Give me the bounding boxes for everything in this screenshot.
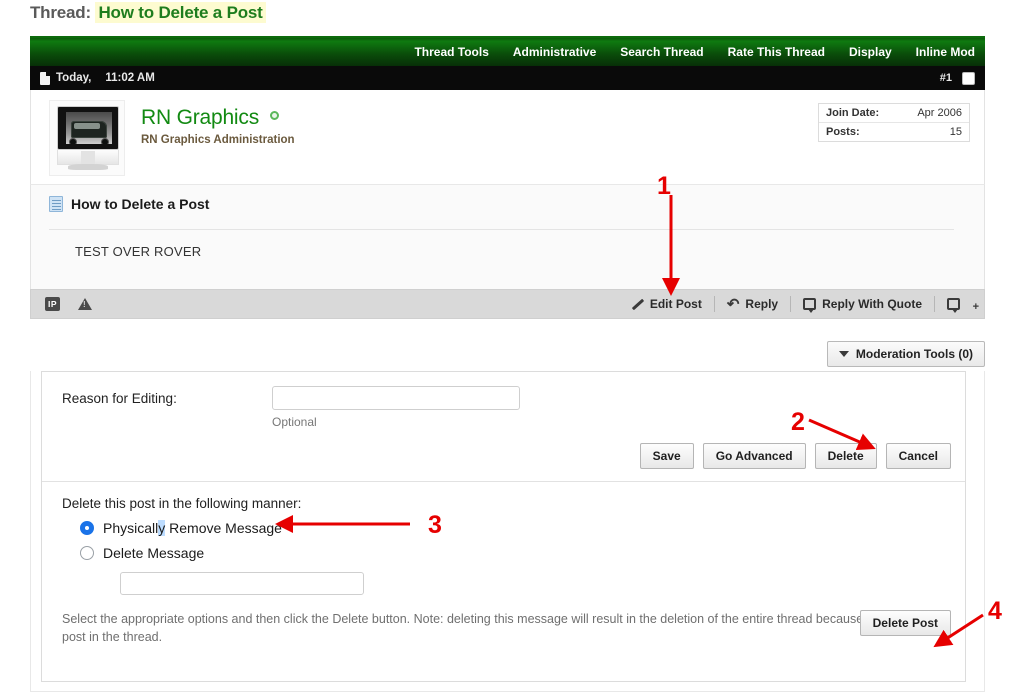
reply-with-quote-button[interactable]: Reply With Quote xyxy=(791,297,934,311)
cancel-button[interactable]: Cancel xyxy=(886,443,951,469)
quick-edit-panel: Reason for Editing: Optional Save Go Adv… xyxy=(41,371,966,682)
join-date-value: Apr 2006 xyxy=(917,107,962,119)
thread-navbar: Thread Tools Administrative Search Threa… xyxy=(30,36,985,66)
plus-icon: + xyxy=(973,301,979,313)
reply-label: Reply xyxy=(745,297,778,311)
reason-for-editing-block: Reason for Editing: Optional Save Go Adv… xyxy=(42,372,965,482)
reply-with-quote-label: Reply With Quote xyxy=(822,297,922,311)
radio-row-physically-remove[interactable]: Physically Remove Message xyxy=(42,520,965,536)
nav-administrative[interactable]: Administrative xyxy=(513,45,596,59)
reason-line: Reason for Editing: xyxy=(42,386,965,410)
join-date-label: Join Date: xyxy=(826,107,879,119)
multi-quote-icon xyxy=(947,298,960,310)
radio-row-delete-message[interactable]: Delete Message xyxy=(42,545,965,561)
post-select-checkbox[interactable] xyxy=(962,72,975,85)
nav-display[interactable]: Display xyxy=(849,45,892,59)
radio-delete-message-label: Delete Message xyxy=(103,545,204,561)
pencil-icon xyxy=(631,298,644,311)
thread-title-value: How to Delete a Post xyxy=(95,2,265,23)
post-text: TEST OVER ROVER xyxy=(37,244,966,259)
thread-title-label: Thread: xyxy=(30,3,91,22)
annotation-1: 1 xyxy=(657,172,671,201)
annotation-2: 2 xyxy=(791,408,805,437)
optional-note: Optional xyxy=(272,415,965,429)
rover-wheel-front xyxy=(69,138,77,144)
edit-post-button[interactable]: Edit Post xyxy=(619,297,714,311)
avatar[interactable] xyxy=(49,100,125,176)
rover-wheel-rear xyxy=(101,138,109,144)
radio-physically-remove-message[interactable] xyxy=(80,521,94,535)
quote-bubble-icon xyxy=(803,298,816,310)
ip-badge-icon[interactable]: IP xyxy=(45,297,60,311)
moderation-tools-button[interactable]: Moderation Tools (0) xyxy=(827,341,985,367)
posts-label: Posts: xyxy=(826,126,860,138)
page-root: Thread: How to Delete a Post Thread Tool… xyxy=(0,0,1013,700)
forum-panel: Thread Tools Administrative Search Threa… xyxy=(30,36,985,319)
moderation-tools-row: Moderation Tools (0) xyxy=(30,341,985,367)
delete-post-button[interactable]: Delete Post xyxy=(860,610,951,636)
post-title: How to Delete a Post xyxy=(71,196,209,212)
post-title-row: How to Delete a Post xyxy=(30,184,985,223)
username-link[interactable]: RN Graphics xyxy=(141,106,259,130)
post-body: TEST OVER ROVER xyxy=(30,223,985,289)
post-divider xyxy=(49,229,954,230)
moderation-tools-label: Moderation Tools (0) xyxy=(856,347,973,361)
delete-reason-input[interactable] xyxy=(120,572,364,595)
post-actions-toolbar: IP Edit Post ↶ Reply Reply With Quote xyxy=(30,289,985,319)
reason-for-editing-label: Reason for Editing: xyxy=(62,391,272,406)
post-date: Today, xyxy=(56,72,91,84)
post-actions-right: Edit Post ↶ Reply Reply With Quote + xyxy=(619,296,972,312)
nav-inline-mod[interactable]: Inline Mod xyxy=(916,45,975,59)
document-icon xyxy=(40,72,50,85)
avatar-wrap xyxy=(49,100,127,176)
post-time: 11:02 AM xyxy=(105,72,154,84)
quick-edit-outer-container: Reason for Editing: Optional Save Go Adv… xyxy=(30,371,985,692)
reply-arrow-icon: ↶ xyxy=(727,297,740,312)
delete-options-block: Delete this post in the following manner… xyxy=(42,482,965,646)
post-header-bar: Today, 11:02 AM #1 xyxy=(30,66,985,90)
nav-search-thread[interactable]: Search Thread xyxy=(620,45,703,59)
go-advanced-button[interactable]: Go Advanced xyxy=(703,443,806,469)
multi-quote-button[interactable]: + xyxy=(935,298,972,310)
user-info-box: Join Date: Apr 2006 Posts: 15 xyxy=(818,103,970,142)
nav-rate-this-thread[interactable]: Rate This Thread xyxy=(728,45,825,59)
posts-value: 15 xyxy=(950,126,962,138)
edit-post-label: Edit Post xyxy=(650,297,702,311)
monitor-base-icon xyxy=(68,164,108,170)
delete-button[interactable]: Delete xyxy=(815,443,877,469)
post-document-icon xyxy=(49,196,63,212)
info-row-join-date: Join Date: Apr 2006 xyxy=(819,104,969,122)
edit-form-button-row: Save Go Advanced Delete Cancel xyxy=(640,443,951,469)
delete-post-button-row: Delete Post xyxy=(860,610,951,636)
radio-physically-remove-message-label: Physically Remove Message xyxy=(103,520,282,536)
monitor-neck-icon xyxy=(81,151,95,165)
post-number[interactable]: #1 xyxy=(940,72,952,84)
delete-heading: Delete this post in the following manner… xyxy=(42,496,965,511)
land-rover-photo-icon xyxy=(66,112,112,144)
thread-title: Thread: How to Delete a Post xyxy=(30,3,266,23)
nav-thread-tools[interactable]: Thread Tools xyxy=(414,45,488,59)
delete-help-text: Select the appropriate options and then … xyxy=(62,610,947,646)
reason-for-editing-input[interactable] xyxy=(272,386,520,410)
online-indicator-icon xyxy=(270,111,279,120)
reply-button[interactable]: ↶ Reply xyxy=(715,297,790,312)
save-button[interactable]: Save xyxy=(640,443,694,469)
rover-body-shape xyxy=(71,121,107,138)
info-row-posts: Posts: 15 xyxy=(819,122,969,141)
caret-down-icon xyxy=(839,351,849,357)
radio-delete-message[interactable] xyxy=(80,546,94,560)
post-user-row: RN Graphics RN Graphics Administration J… xyxy=(30,90,985,184)
annotation-4: 4 xyxy=(988,597,1002,626)
report-warning-icon[interactable] xyxy=(78,298,92,310)
monitor-screen-icon xyxy=(57,106,119,150)
user-meta: RN Graphics RN Graphics Administration xyxy=(141,100,295,176)
post-actions-left: IP xyxy=(45,297,92,311)
user-title: RN Graphics Administration xyxy=(141,134,295,146)
annotation-3: 3 xyxy=(428,511,442,540)
